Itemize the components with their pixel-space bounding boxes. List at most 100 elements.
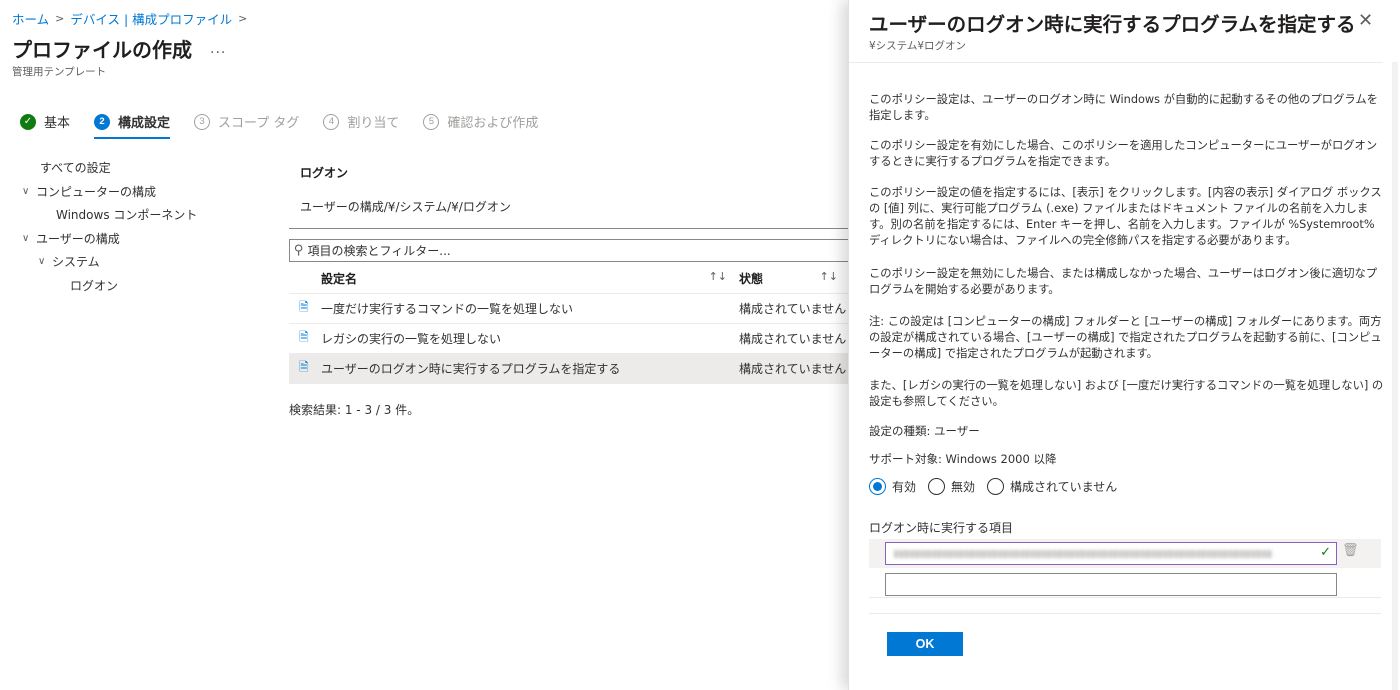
description-paragraph: 注: この設定は [コンピューターの構成] フォルダーと [ユーザーの構成] フ… <box>869 315 1382 360</box>
tree-item-label: ログオン <box>70 278 119 293</box>
step-number: 4 <box>323 113 340 130</box>
radio-label: 有効 <box>892 480 917 494</box>
step-label: 構成設定 <box>118 116 171 131</box>
divider <box>869 613 1381 614</box>
tree-item-label: システム <box>52 255 100 270</box>
setting-state: 構成されていません <box>739 362 847 376</box>
more-options-button[interactable]: ... <box>210 41 226 57</box>
search-input[interactable]: 項目の検索とフィルター... <box>308 242 451 259</box>
column-header-label: 設定名 <box>321 272 358 286</box>
chevron-down-icon[interactable]: ∨ <box>22 233 36 244</box>
tree-item-windows-components[interactable]: Windows コンポーネント <box>22 203 197 227</box>
description-paragraph: このポリシー設定の値を指定するには、[表示] をクリックします。[内容の表示] … <box>869 186 1382 247</box>
settings-tree: すべての設定 ∨ コンピューターの構成 Windows コンポーネント ∨ ユー… <box>22 156 197 297</box>
scrollbar[interactable] <box>1392 62 1398 690</box>
column-header-label: 状態 <box>739 272 764 286</box>
table-row[interactable]: 🗎 一度だけ実行するコマンドの一覧を処理しない 構成されていません <box>289 294 860 324</box>
radio-circle[interactable] <box>987 478 1005 495</box>
radio-label: 構成されていません <box>1010 480 1118 494</box>
step-assignments: 4 割り当て <box>323 112 399 137</box>
radio-enabled[interactable]: 有効 <box>869 478 916 495</box>
tree-item-all-settings[interactable]: すべての設定 <box>22 156 197 180</box>
setting-name[interactable]: レガシの実行の一覧を処理しない <box>321 330 737 347</box>
step-review-create: 5 確認および作成 <box>423 112 538 137</box>
column-header-state[interactable]: 状態 ↑↓ <box>737 270 860 287</box>
tree-item-logon[interactable]: ログオン <box>22 274 197 298</box>
tree-item-system[interactable]: ∨ システム <box>22 250 197 274</box>
tree-item-user-config[interactable]: ∨ ユーザーの構成 <box>22 227 197 251</box>
description-paragraph: このポリシー設定を無効にした場合、または構成しなかった場合、ユーザーはログオン後… <box>869 267 1378 296</box>
radio-circle[interactable] <box>869 478 886 495</box>
redacted-value <box>894 550 1272 558</box>
logon-item-input[interactable]: ✓ <box>885 542 1337 565</box>
list-item: ✓ 🗑 <box>869 539 1381 568</box>
step-number: 5 <box>423 113 440 130</box>
table-header: 設定名 ↑↓ 状態 ↑↓ <box>289 264 860 294</box>
setting-detail-blade: ユーザーのログオン時に実行するプログラムを指定する ✕ ¥システム¥ログオン こ… <box>848 0 1400 690</box>
step-check-icon: ✓ <box>20 113 36 130</box>
section-title: ログオン <box>300 166 349 180</box>
state-radio-group: 有効 無効 構成されていません <box>869 478 1129 495</box>
breadcrumb-config-profiles[interactable]: デバイス | 構成プロファイル <box>70 9 232 28</box>
step-number: 3 <box>194 113 211 130</box>
breadcrumb: ホーム > デバイス | 構成プロファイル > <box>12 9 247 28</box>
page-title: プロファイルの作成 ... <box>12 34 226 63</box>
ok-button[interactable]: OK <box>887 632 963 656</box>
list-label: ログオン時に実行する項目 <box>869 521 1014 535</box>
step-basics[interactable]: ✓ 基本 <box>20 112 70 137</box>
table-row-selected[interactable]: 🗎 ユーザーのログオン時に実行するプログラムを指定する 構成されていません <box>289 354 860 384</box>
blade-title: ユーザーのログオン時に実行するプログラムを指定する <box>869 13 1356 36</box>
supported-on: サポート対象: Windows 2000 以降 <box>869 452 1057 466</box>
table-row[interactable]: 🗎 レガシの実行の一覧を処理しない 構成されていません <box>289 324 860 354</box>
search-box[interactable]: ⚲ 項目の検索とフィルター... <box>289 239 860 262</box>
list-item <box>869 568 1381 598</box>
divider <box>289 228 860 229</box>
chevron-down-icon[interactable]: ∨ <box>22 186 36 197</box>
step-number: 2 <box>94 113 111 130</box>
tree-item-computer-config[interactable]: ∨ コンピューターの構成 <box>22 180 197 204</box>
tree-item-label: ユーザーの構成 <box>36 231 120 246</box>
radio-not-configured[interactable]: 構成されていません <box>987 478 1117 495</box>
setting-state: 構成されていません <box>739 302 847 316</box>
radio-circle[interactable] <box>928 478 946 495</box>
divider <box>849 62 1383 63</box>
radio-label: 無効 <box>951 480 976 494</box>
tree-item-label: すべての設定 <box>40 161 111 176</box>
step-scope-tags: 3 スコープ タグ <box>194 112 299 137</box>
step-configuration[interactable]: 2 構成設定 <box>94 112 171 139</box>
column-header-name[interactable]: 設定名 ↑↓ <box>289 270 737 287</box>
setting-type: 設定の種類: ユーザー <box>869 424 980 438</box>
settings-path: ユーザーの構成/¥/システム/¥/ログオン <box>300 200 511 214</box>
settings-content: ログオン ユーザーの構成/¥/システム/¥/ログオン ⚲ 項目の検索とフィルター… <box>289 164 860 418</box>
document-icon: 🗎 <box>299 330 309 344</box>
delete-icon[interactable]: 🗑 <box>1342 543 1359 558</box>
main-area: ホーム > デバイス | 構成プロファイル > プロファイルの作成 ... 管理… <box>0 0 860 690</box>
tree-item-label: Windows コンポーネント <box>56 208 198 223</box>
search-icon: ⚲ <box>294 243 304 258</box>
setting-name[interactable]: 一度だけ実行するコマンドの一覧を処理しない <box>321 300 737 317</box>
breadcrumb-home[interactable]: ホーム <box>12 9 49 28</box>
page-title-text: プロファイルの作成 <box>12 38 192 62</box>
page-subtitle: 管理用テンプレート <box>12 66 107 78</box>
sort-icon[interactable]: ↑↓ <box>820 270 838 287</box>
step-label: スコープ タグ <box>218 116 300 131</box>
radio-disabled[interactable]: 無効 <box>928 478 975 495</box>
description-paragraph: このポリシー設定は、ユーザーのログオン時に Windows が自動的に起動するそ… <box>869 93 1378 122</box>
setting-state: 構成されていません <box>739 332 847 346</box>
check-icon: ✓ <box>1320 545 1331 560</box>
description-paragraph: また、[レガシの実行の一覧を処理しない] および [一度だけ実行するコマンドの一… <box>869 379 1384 408</box>
breadcrumb-separator: > <box>238 12 248 25</box>
breadcrumb-separator: > <box>55 12 65 25</box>
setting-name[interactable]: ユーザーのログオン時に実行するプログラムを指定する <box>321 360 737 377</box>
new-logon-item-input[interactable] <box>885 573 1337 596</box>
close-icon[interactable]: ✕ <box>1358 10 1373 31</box>
sort-icon[interactable]: ↑↓ <box>709 270 727 287</box>
settings-table: 設定名 ↑↓ 状態 ↑↓ 🗎 一度だけ実行するコマンドの一覧を処理しない 構成さ… <box>289 264 860 384</box>
wizard-steps: ✓ 基本 2 構成設定 3 スコープ タグ 4 割り当て 5 確認および作成 <box>20 112 562 139</box>
document-icon: 🗎 <box>299 360 309 374</box>
description-paragraph: このポリシー設定を有効にした場合、このポリシーを適用したコンピューターにユーザー… <box>869 139 1378 168</box>
blade-subtitle: ¥システム¥ログオン <box>869 40 967 52</box>
chevron-down-icon[interactable]: ∨ <box>38 256 52 267</box>
step-label: 割り当て <box>347 116 400 131</box>
step-label: 確認および作成 <box>447 116 539 131</box>
